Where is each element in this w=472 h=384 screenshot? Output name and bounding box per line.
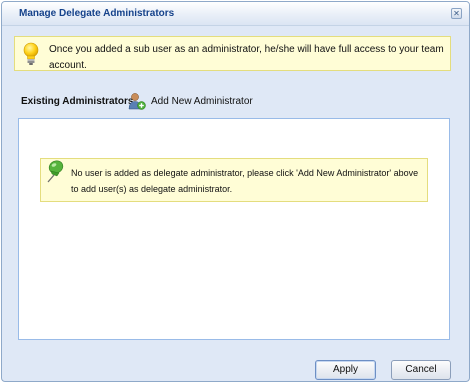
info-message: Once you added a sub user as an administ…: [49, 44, 444, 71]
section-title: Existing Administrators: [21, 96, 134, 107]
add-new-administrator-label: Add New Administrator: [151, 96, 253, 107]
pin-icon: [47, 160, 64, 183]
dialog-title: Manage Delegate Administrators: [19, 8, 175, 19]
apply-button[interactable]: Apply: [315, 360, 376, 380]
administrators-list: No user is added as delegate administrat…: [18, 118, 450, 340]
add-user-icon: [128, 93, 146, 110]
admin-section-header: Existing Administrators Add New Administ…: [14, 89, 451, 113]
empty-list-message: No user is added as delegate administrat…: [71, 168, 419, 194]
lightbulb-icon: [23, 42, 39, 65]
info-banner: Once you added a sub user as an administ…: [14, 36, 451, 71]
cancel-button[interactable]: Cancel: [391, 360, 451, 380]
delegate-admin-dialog: Manage Delegate Administrators ✕ Once yo…: [1, 1, 470, 382]
close-icon[interactable]: ✕: [451, 8, 462, 19]
dialog-titlebar[interactable]: Manage Delegate Administrators ✕: [2, 2, 469, 26]
empty-list-notice: No user is added as delegate administrat…: [40, 158, 428, 202]
